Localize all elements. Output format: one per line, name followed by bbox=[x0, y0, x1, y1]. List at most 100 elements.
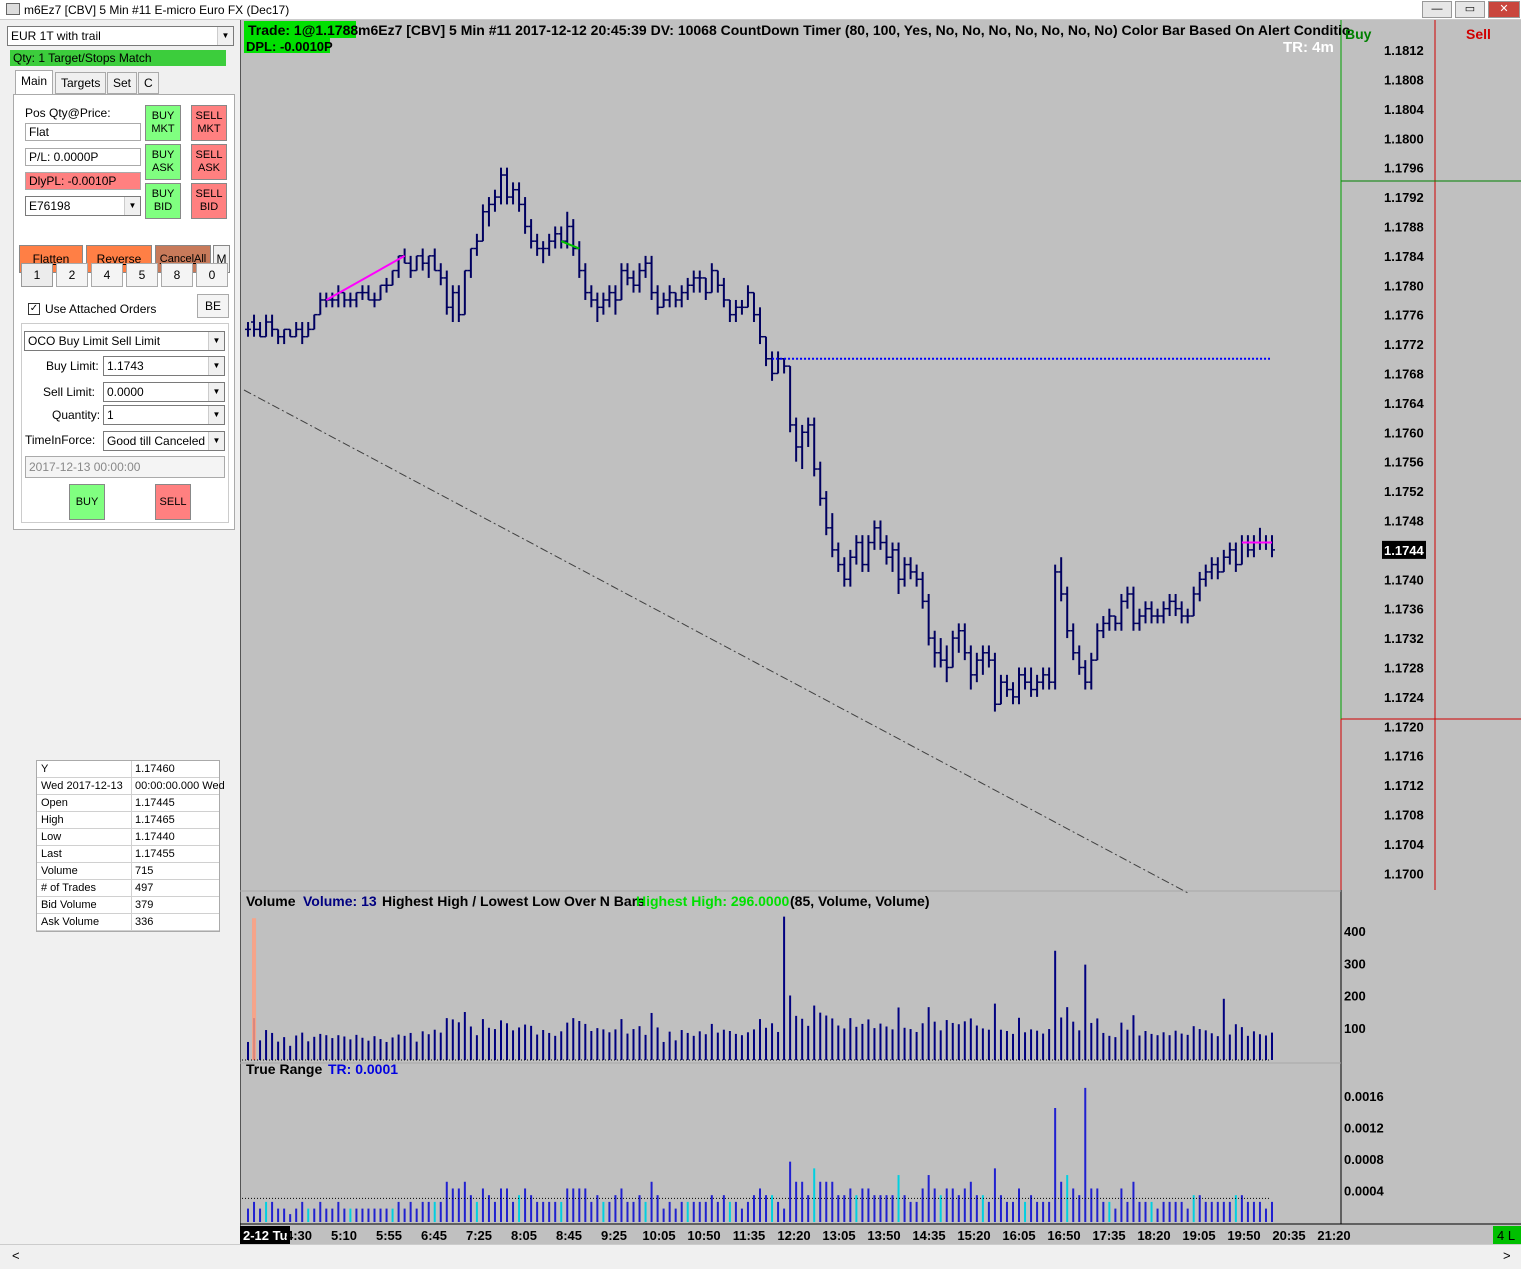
data-window-row: Bid Volume 379 bbox=[37, 897, 219, 914]
time-tick-label: 13:50 bbox=[867, 1228, 900, 1243]
account-value: E76198 bbox=[29, 199, 71, 213]
quantity-label: Quantity: bbox=[52, 408, 101, 422]
minimize-button[interactable]: — bbox=[1422, 1, 1452, 18]
chevron-down-icon: ▼ bbox=[208, 357, 224, 375]
main-tab-panel: Pos Qty@Price: Flat P/L: 0.0000P DlyPL: … bbox=[13, 94, 235, 530]
data-window-value: 715 bbox=[131, 863, 153, 879]
time-tick-label: 4:30 bbox=[286, 1228, 312, 1243]
pl-field: P/L: 0.0000P bbox=[25, 148, 141, 166]
trade-badge: Trade: 1@1.1788 bbox=[248, 22, 358, 38]
time-tick-label: 8:45 bbox=[556, 1228, 582, 1243]
qty-button-2[interactable]: 2 bbox=[56, 263, 88, 287]
tif-select[interactable]: Good till Canceled ▼ bbox=[103, 431, 225, 451]
data-window-value: 00:00:00.000 Wed bbox=[131, 778, 225, 794]
sell-limit-input[interactable]: 0.0000 ▼ bbox=[103, 382, 225, 402]
buy-button[interactable]: BUY bbox=[69, 484, 105, 520]
tr-value: TR: 0.0001 bbox=[328, 1061, 398, 1077]
data-window-value: 1.17465 bbox=[131, 812, 175, 828]
quantity-input[interactable]: 1 ▼ bbox=[103, 405, 225, 425]
scroll-right-icon[interactable]: > bbox=[1503, 1248, 1511, 1263]
highest-high-value: Highest High: 296.0000 bbox=[636, 893, 789, 909]
data-window: Y 1.17460 Wed 2017-12-13 00:00:00.000 Wed Op… bbox=[36, 760, 225, 932]
price-tick-label: 1.1748 bbox=[1384, 513, 1424, 528]
horizontal-scrollbar[interactable]: < > bbox=[0, 1244, 1521, 1269]
strategy-select[interactable]: EUR 1T with trail ▼ bbox=[7, 26, 234, 46]
qty-button-5[interactable]: 5 bbox=[126, 263, 158, 287]
volume-tick-label: 100 bbox=[1344, 1021, 1366, 1036]
price-tick-label: 1.1756 bbox=[1384, 455, 1424, 470]
volume-value: Volume: 13 bbox=[303, 893, 377, 909]
time-tick-label: 15:20 bbox=[957, 1228, 990, 1243]
last-price-label: 1.1744 bbox=[1384, 543, 1425, 558]
data-window-row: Open 1.17445 bbox=[37, 795, 219, 812]
account-select[interactable]: E76198 ▼ bbox=[25, 196, 141, 216]
sell-limit-value: 0.0000 bbox=[107, 385, 144, 399]
price-tick-label: 1.1728 bbox=[1384, 660, 1424, 675]
price-tick-label: 1.1740 bbox=[1384, 572, 1424, 587]
data-window-value: 1.17440 bbox=[131, 829, 175, 845]
data-window-key: # of Trades bbox=[41, 882, 97, 894]
buy-limit-input[interactable]: 1.1743 ▼ bbox=[103, 356, 225, 376]
data-window-row: Low 1.17440 bbox=[37, 829, 219, 846]
sell-market-button[interactable]: SELL MKT bbox=[191, 105, 227, 141]
hhll-params: (85, Volume, Volume) bbox=[790, 893, 930, 909]
use-attached-checkbox[interactable]: ✓ bbox=[28, 303, 40, 315]
price-tick-label: 1.1776 bbox=[1384, 308, 1424, 323]
tif-value: Good till Canceled bbox=[107, 434, 206, 448]
qty-button-4[interactable]: 4 bbox=[91, 263, 123, 287]
price-tick-label: 1.1792 bbox=[1384, 190, 1424, 205]
lot-badge-label: 4 L bbox=[1497, 1228, 1515, 1243]
sell-bid-button[interactable]: SELL BID bbox=[191, 183, 227, 219]
data-window-key: Volume bbox=[41, 865, 78, 877]
sell-button[interactable]: SELL bbox=[155, 484, 191, 520]
data-window-value: 1.17460 bbox=[131, 761, 175, 777]
order-type-value: OCO Buy Limit Sell Limit bbox=[28, 334, 161, 348]
qty-button-0[interactable]: 0 bbox=[196, 263, 228, 287]
time-tick-label: 10:05 bbox=[642, 1228, 675, 1243]
data-window-row: Volume 715 bbox=[37, 863, 219, 880]
sell-ask-button[interactable]: SELL ASK bbox=[191, 144, 227, 180]
time-tick-label: 13:05 bbox=[822, 1228, 855, 1243]
buy-market-button[interactable]: BUY MKT bbox=[145, 105, 181, 141]
volume-tick-label: 400 bbox=[1344, 924, 1366, 939]
dpl-badge: DPL: -0.0010P bbox=[246, 39, 333, 54]
qty-button-8[interactable]: 8 bbox=[161, 263, 193, 287]
time-tick-label: 17:35 bbox=[1092, 1228, 1125, 1243]
order-type-select[interactable]: OCO Buy Limit Sell Limit ▼ bbox=[24, 331, 225, 351]
close-button[interactable]: ✕ bbox=[1488, 1, 1520, 18]
data-window-value: 1.17445 bbox=[131, 795, 175, 811]
hhll-label: Highest High / Lowest Low Over N Bars bbox=[382, 893, 645, 909]
tab-set[interactable]: Set bbox=[107, 72, 138, 94]
buy-bid-button[interactable]: BUY BID bbox=[145, 183, 181, 219]
volume-tick-label: 300 bbox=[1344, 956, 1366, 971]
time-tick-label: 5:10 bbox=[331, 1228, 357, 1243]
buy-ask-button[interactable]: BUY ASK bbox=[145, 144, 181, 180]
data-window-key: Y bbox=[41, 763, 49, 775]
time-tick-label: 18:20 bbox=[1137, 1228, 1170, 1243]
data-window-row: Last 1.17455 bbox=[37, 846, 219, 863]
be-button[interactable]: BE bbox=[197, 294, 229, 318]
time-tick-label: 8:05 bbox=[511, 1228, 537, 1243]
good-till-datetime[interactable]: 2017-12-13 00:00:00 bbox=[25, 456, 225, 478]
qty-status-bar: Qty: 1 Target/Stops Match bbox=[10, 50, 226, 66]
chevron-down-icon: ▼ bbox=[124, 197, 140, 215]
chart-area[interactable]: 1.1812 1.1808 1.1804 1.1800 1.1796 1.1792 1.17… bbox=[239, 20, 1521, 1244]
data-window-row: Wed 2017-12-13 00:00:00.000 Wed bbox=[37, 778, 225, 795]
time-tick-label: 6:45 bbox=[421, 1228, 447, 1243]
qty-button-1[interactable]: 1 bbox=[21, 263, 53, 287]
price-tick-label: 1.1732 bbox=[1384, 631, 1424, 646]
price-tick-label: 1.1752 bbox=[1384, 484, 1424, 499]
data-window-key: High bbox=[41, 814, 64, 826]
pos-qty-label: Pos Qty@Price: bbox=[25, 106, 111, 120]
price-chart-svg[interactable]: 1.1812 1.1808 1.1804 1.1800 1.1796 1.1792 1.17… bbox=[239, 20, 1521, 1244]
scroll-left-icon[interactable]: < bbox=[12, 1248, 20, 1263]
data-window-row: Y 1.17460 bbox=[37, 761, 219, 778]
maximize-button[interactable]: ▭ bbox=[1455, 1, 1485, 18]
tab-c[interactable]: C bbox=[138, 72, 159, 94]
chart-background bbox=[240, 20, 1521, 1244]
price-tick-label: 1.1700 bbox=[1384, 866, 1424, 881]
tab-targets[interactable]: Targets bbox=[55, 72, 107, 94]
chart-header: m6Ez7 [CBV] 5 Min #11 2017-12-12 20:45:3… bbox=[358, 22, 1350, 38]
tab-main[interactable]: Main bbox=[15, 70, 54, 94]
time-tick-label: 2-12 Tu bbox=[243, 1228, 288, 1243]
